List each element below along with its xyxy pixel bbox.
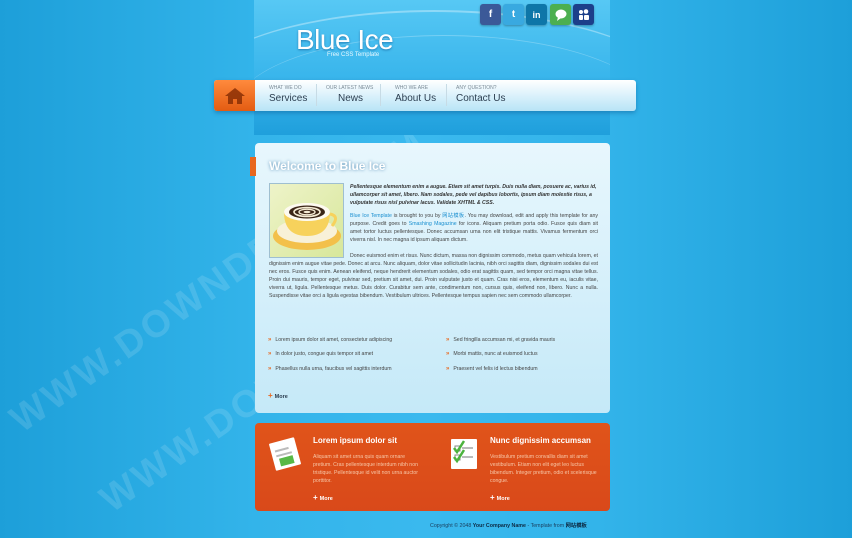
more-label: More: [319, 496, 333, 502]
nav-divider: [316, 84, 317, 106]
welcome-intro: Pellentesque elementum enim a augue. Eti…: [350, 184, 597, 206]
list-item-text: Sed fringilla accumsan mi, et gravida ma…: [453, 337, 556, 343]
text: is brought to you by: [391, 213, 443, 219]
footer: Copyright © 2048 Your Company Name - Tem…: [430, 521, 587, 529]
more-link[interactable]: + More: [490, 493, 510, 502]
nav-item-caption: WHO WE ARE: [395, 85, 429, 91]
nav-item-caption: ANY QUESTION?: [456, 85, 497, 91]
feature-title: Lorem ipsum dolor sit: [313, 436, 398, 445]
more-link[interactable]: + More: [313, 493, 333, 502]
nav-item-about-us[interactable]: WHO WE ARE About Us: [395, 85, 436, 109]
list-item: » Lorem ipsum dolor sit amet, consectetur…: [268, 337, 393, 343]
document-chart-icon: [266, 437, 306, 476]
list-item: » Praesent vel felis id lectus bibendum: [446, 366, 538, 372]
welcome-paragraph: Blue Ice Template is brought to you by 网…: [350, 212, 598, 244]
list-item-text: Lorem ipsum dolor sit amet, consectetur …: [275, 337, 393, 343]
nav-divider: [380, 84, 381, 106]
nav-item-services[interactable]: WHAT WE DO Services: [269, 85, 307, 109]
nav-item-label: Contact Us: [456, 93, 506, 104]
list-item: » Sed fringilla accumsan mi, et gravida m…: [446, 337, 556, 343]
list-item: » In dolor justo, congue quis tempor sit …: [268, 351, 374, 357]
list-item: » Morbi mattis, nunc at euismod luctus: [446, 351, 538, 357]
nav-item-label: Services: [269, 93, 308, 104]
feature-title: Nunc dignissim accumsan: [490, 436, 591, 445]
feature-text: Vestibulum pretium convallis diam sit am…: [490, 454, 597, 484]
nav-item-label: About Us: [395, 93, 437, 104]
nav-item-caption: WHAT WE DO: [269, 85, 302, 91]
list-item: » Phasellus nulla urna, faucibus vel sagi…: [268, 366, 392, 372]
checklist-icon: [447, 435, 481, 476]
myspace-icon[interactable]: [573, 4, 594, 25]
list-item-text: Praesent vel felis id lectus bibendum: [453, 366, 538, 372]
more-link[interactable]: + More: [268, 391, 288, 400]
main-nav: WHAT WE DO Services OUR LATEST NEWS News…: [214, 80, 636, 111]
source-link[interactable]: 网站模板: [566, 523, 587, 529]
coffee-cup-image: [269, 183, 344, 258]
nav-item-news[interactable]: OUR LATEST NEWS News: [326, 85, 373, 109]
twitter-icon[interactable]: t: [503, 4, 524, 25]
more-label: More: [496, 496, 510, 502]
list-item-text: Phasellus nulla urna, faucibus vel sagit…: [275, 366, 392, 372]
welcome-title: Welcome to Blue Ice: [269, 159, 386, 173]
nav-item-caption: OUR LATEST NEWS: [326, 85, 374, 91]
home-button[interactable]: [214, 80, 255, 111]
linkedin-icon[interactable]: in: [526, 4, 547, 25]
welcome-paragraph: Donec euismod enim et risus. Nunc dictum…: [269, 253, 598, 299]
company-name: Your Company Name: [472, 523, 526, 529]
home-icon: [224, 87, 245, 104]
site-link[interactable]: 网站模板: [442, 213, 464, 219]
feature-text: Aliquam sit amet urna quis quam ornare p…: [313, 454, 418, 484]
footer-text: - Template from: [525, 523, 566, 529]
nav-item-contact-us[interactable]: ANY QUESTION? Contact Us: [456, 85, 505, 109]
section-marker: [250, 157, 256, 176]
more-label: More: [274, 394, 288, 400]
list-item-text: Morbi mattis, nunc at euismod luctus: [453, 351, 538, 357]
template-link[interactable]: Blue Ice Template: [350, 213, 392, 219]
list-item-text: In dolor justo, congue quis tempor sit a…: [275, 351, 374, 357]
nav-item-label: News: [338, 93, 364, 104]
nav-divider: [446, 84, 447, 106]
smashing-link[interactable]: Smashing Magazine: [409, 221, 457, 227]
chat-icon[interactable]: [550, 4, 571, 25]
facebook-icon[interactable]: f: [480, 4, 501, 25]
site-subtitle: Free CSS Template: [327, 52, 380, 58]
copyright-text: Copyright © 2048: [430, 523, 473, 529]
